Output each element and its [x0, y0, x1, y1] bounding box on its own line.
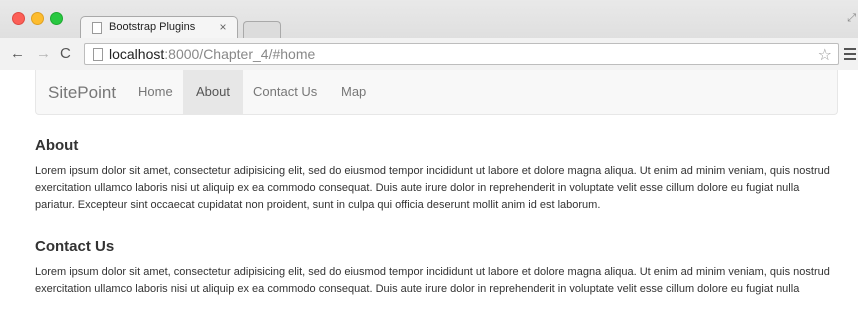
about-text: Lorem ipsum dolor sit amet, consectetur …	[35, 165, 830, 211]
address-bar[interactable]: localhost:8000/Chapter_4/#home ☆	[84, 43, 839, 65]
contact-us-heading: Contact Us	[35, 238, 115, 255]
window-minimize-button[interactable]	[31, 12, 44, 25]
reload-icon[interactable]: C	[60, 46, 71, 62]
window-maximize-button[interactable]	[50, 12, 63, 25]
bookmark-star-icon[interactable]: ☆	[818, 45, 832, 65]
about-heading: About	[35, 137, 79, 154]
browser-menu-icon[interactable]	[844, 48, 856, 63]
url-host: localhost	[109, 46, 165, 62]
nav-link-home[interactable]: Home	[125, 70, 186, 114]
new-tab-button[interactable]	[243, 21, 281, 38]
viewport-bottom-edge	[0, 300, 858, 336]
tab-strip: Bootstrap Plugins × ⤢	[0, 0, 858, 38]
browser-toolbar: ← → C localhost:8000/Chapter_4/#home ☆	[0, 38, 858, 70]
forward-icon[interactable]: →	[36, 46, 51, 62]
nav-link-about[interactable]: About	[183, 70, 243, 114]
nav-link-contact-us[interactable]: Contact Us	[240, 70, 330, 114]
site-navbar: SitePoint Home About Contact Us Map	[35, 70, 838, 115]
page-favicon-icon	[92, 22, 102, 34]
nav-link-map[interactable]: Map	[328, 70, 379, 114]
page-icon	[93, 48, 103, 61]
browser-chrome: Bootstrap Plugins × ⤢ ← → C localhost:80…	[0, 0, 858, 70]
window-close-button[interactable]	[12, 12, 25, 25]
back-icon[interactable]: ←	[10, 46, 25, 62]
tab-close-icon[interactable]: ×	[217, 20, 229, 34]
navbar-brand[interactable]: SitePoint	[48, 83, 116, 103]
tab-title: Bootstrap Plugins	[109, 21, 196, 33]
fullscreen-icon[interactable]: ⤢	[847, 12, 856, 25]
url-path: :8000/Chapter_4/#home	[164, 46, 316, 62]
browser-tab-active[interactable]: Bootstrap Plugins ×	[80, 16, 238, 38]
url-text[interactable]: localhost:8000/Chapter_4/#home	[109, 46, 315, 62]
